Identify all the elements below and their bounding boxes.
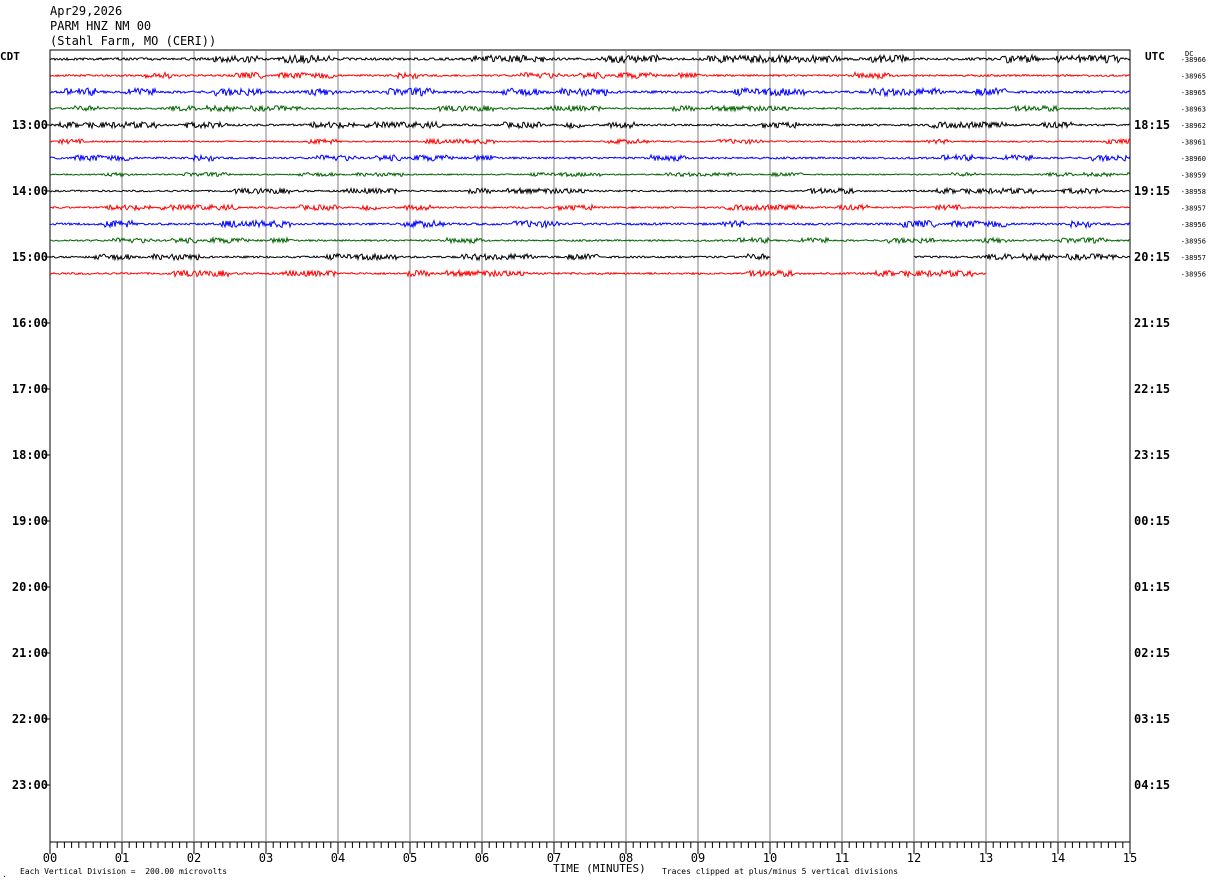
x-tick-label: 00 (43, 851, 57, 865)
x-tick-label: 09 (691, 851, 705, 865)
right-hour-label: 03:15 (1134, 712, 1170, 726)
seismic-trace (49, 86, 1131, 98)
seismic-trace (50, 236, 1131, 245)
seismic-trace (49, 137, 1131, 146)
x-tick-label: 13 (979, 851, 993, 865)
x-tick-label: 02 (187, 851, 201, 865)
trace-dc-value: -38957 (1181, 254, 1206, 262)
trace-dc-value: -38956 (1181, 271, 1206, 279)
left-hour-label: 14:00 (12, 184, 48, 198)
trace-dc-value: -38959 (1181, 172, 1206, 180)
x-tick-label: 03 (259, 851, 273, 865)
left-hour-label: 18:00 (12, 448, 48, 462)
left-hour-label: 17:00 (12, 382, 48, 396)
seismic-trace (49, 268, 987, 279)
seismic-trace (49, 186, 1131, 196)
right-hour-label: 22:15 (1134, 382, 1170, 396)
x-axis-title: TIME (MINUTES) (553, 862, 646, 875)
x-tick-label: 11 (835, 851, 849, 865)
x-tick-label: 12 (907, 851, 921, 865)
right-hour-label: 21:15 (1134, 316, 1170, 330)
x-tick-label: 06 (475, 851, 489, 865)
right-hour-label: 00:15 (1134, 514, 1170, 528)
left-hour-label: 22:00 (12, 712, 48, 726)
right-hour-label: 23:15 (1134, 448, 1170, 462)
x-tick-label: 14 (1051, 851, 1065, 865)
x-tick-label: 15 (1123, 851, 1137, 865)
trace-dc-value: -38957 (1181, 205, 1206, 213)
left-hour-label: 21:00 (12, 646, 48, 660)
seismic-trace (49, 53, 1131, 65)
right-hour-label: 02:15 (1134, 646, 1170, 660)
seismic-trace (49, 71, 1130, 81)
trace-dc-value: -38965 (1181, 73, 1206, 81)
trace-dc-value: -38965 (1181, 89, 1206, 97)
right-hour-label: 04:15 (1134, 778, 1170, 792)
left-hour-label: 15:00 (12, 250, 48, 264)
left-hour-label: 19:00 (12, 514, 48, 528)
seismic-trace (49, 153, 1131, 163)
trace-dc-value: -38961 (1181, 139, 1206, 147)
plot-frame (49, 49, 1131, 843)
right-hour-label: 01:15 (1134, 580, 1170, 594)
seismic-trace (49, 218, 1131, 230)
clip-note: Traces clipped at plus/minus 5 vertical … (662, 867, 899, 876)
seismic-trace (49, 203, 1131, 212)
left-hour-label: 16:00 (12, 316, 48, 330)
seismogram-plot: 00 01 02 03 04 05 06 07 08 09 10 11 12 13 14 1513:0014:… (12, 49, 1206, 865)
right-hour-label: 20:15 (1134, 250, 1170, 264)
left-hour-label: 20:00 (12, 580, 48, 594)
left-hour-label: 23:00 (12, 778, 48, 792)
seismic-trace (49, 120, 1131, 130)
trace-dc-value: -38960 (1181, 155, 1206, 163)
x-tick-label: 04 (331, 851, 345, 865)
trace-dc-value: -38958 (1181, 188, 1206, 196)
corner-mark: . (2, 870, 7, 879)
trace-dc-value: -38966 (1181, 56, 1206, 64)
right-hour-label: 18:15 (1134, 118, 1170, 132)
x-tick-label: 05 (403, 851, 417, 865)
trace-dc-value: -38962 (1181, 122, 1206, 130)
x-tick-label: 10 (763, 851, 777, 865)
seismic-trace (913, 252, 1131, 262)
right-hour-label: 19:15 (1134, 184, 1170, 198)
scale-note: Each Vertical Division = 200.00 microvol… (20, 867, 228, 876)
x-tick-label: 01 (115, 851, 129, 865)
seismic-trace (49, 104, 1131, 113)
trace-dc-value: -38956 (1181, 221, 1206, 229)
left-hour-label: 13:00 (12, 118, 48, 132)
trace-dc-value: -38963 (1181, 106, 1206, 114)
trace-dc-value: -38956 (1181, 238, 1206, 246)
seismic-trace (49, 171, 1131, 178)
